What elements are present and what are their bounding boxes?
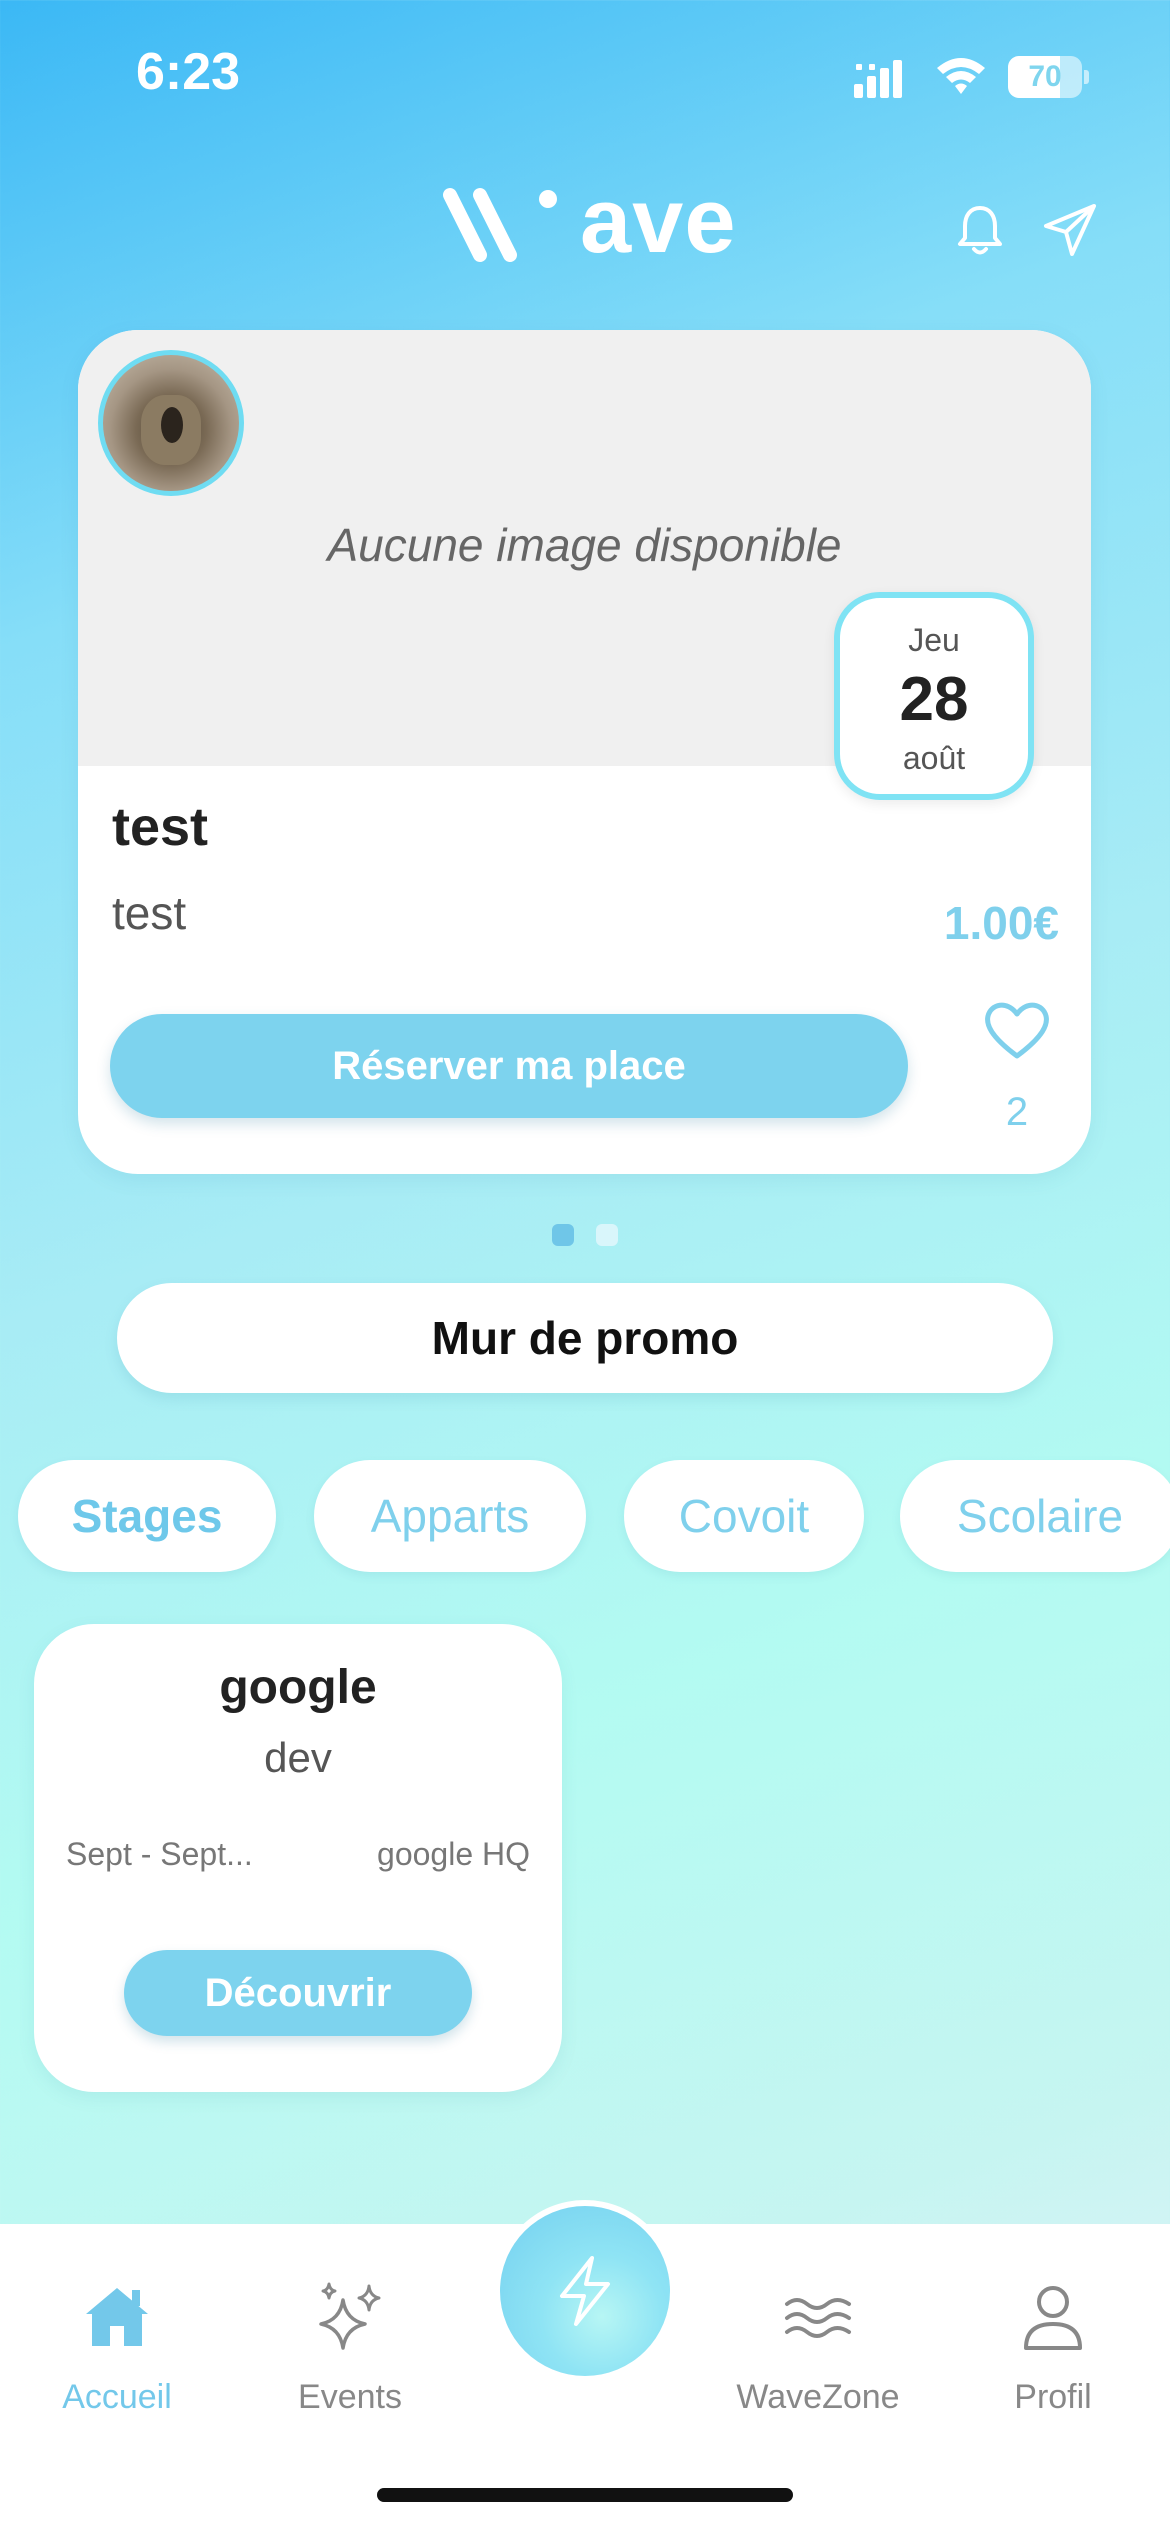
category-chip-stages[interactable]: Stages (18, 1460, 276, 1572)
app-logo: ave (440, 170, 740, 272)
event-title: test (112, 797, 209, 857)
tab-profil[interactable]: Profil (953, 2280, 1153, 2460)
event-date-badge: Jeu 28 août (834, 592, 1034, 800)
event-card[interactable]: Aucune image disponible Jeu 28 août test… (78, 330, 1091, 1174)
carousel-dot[interactable] (596, 1224, 618, 1246)
promo-wall-button[interactable]: Mur de promo (117, 1283, 1053, 1393)
user-icon (1024, 2286, 1082, 2350)
tab-events[interactable]: Events (250, 2280, 450, 2460)
status-bar: 6:23 70 (0, 0, 1170, 150)
wave-logo-mark (443, 188, 557, 262)
event-description: test (112, 887, 187, 939)
wifi-icon (937, 58, 985, 94)
lightning-icon (560, 2256, 610, 2326)
date-number: 28 (899, 665, 969, 734)
offer-location: google HQ (377, 1836, 530, 1872)
carousel-dot-active[interactable] (552, 1224, 574, 1246)
tab-label-wavezone: WaveZone (736, 2378, 900, 2416)
reserve-button[interactable]: Réserver ma place (110, 1014, 908, 1118)
like-count: 2 (1005, 1090, 1029, 1134)
category-chip-apparts[interactable]: Apparts (314, 1460, 586, 1572)
category-chip-covoit[interactable]: Covoit (624, 1460, 864, 1572)
offer-company: google (219, 1661, 377, 1714)
date-month: août (902, 740, 966, 776)
no-image-text: Aucune image disponible (327, 519, 842, 571)
battery-percentage: 70 (1028, 60, 1062, 93)
discover-button[interactable]: Découvrir (124, 1950, 472, 2036)
center-action-button[interactable] (494, 2200, 676, 2382)
tab-label-profil: Profil (1014, 2378, 1092, 2416)
home-icon (86, 2288, 148, 2346)
event-image-placeholder: Aucune image disponible Jeu 28 août (78, 330, 1091, 800)
sparkles-icon (319, 2282, 381, 2350)
tab-accueil[interactable]: Accueil (17, 2280, 217, 2460)
status-time: 6:23 (136, 43, 241, 101)
category-chip-scolaire[interactable]: Scolaire (900, 1460, 1170, 1572)
send-message-icon[interactable] (1040, 200, 1100, 260)
waves-icon (785, 2298, 851, 2338)
tab-label-events: Events (298, 2378, 402, 2416)
battery-indicator: 70 (1008, 56, 1089, 98)
logo-text: ave (580, 170, 737, 272)
offer-role: dev (264, 1734, 332, 1781)
offer-card[interactable]: google dev Sept - Sept... google HQ Déco… (34, 1624, 562, 2092)
home-indicator[interactable] (377, 2488, 793, 2502)
date-day: Jeu (908, 622, 960, 658)
tab-label-accueil: Accueil (62, 2378, 172, 2416)
event-price: 1.00€ (943, 897, 1059, 949)
offer-dates: Sept - Sept... (66, 1836, 253, 1872)
tab-wavezone[interactable]: WaveZone (718, 2280, 918, 2460)
organizer-avatar[interactable] (98, 350, 244, 496)
heart-icon[interactable] (982, 998, 1052, 1062)
cellular-signal-icon (854, 60, 902, 98)
notification-bell-icon[interactable] (950, 200, 1010, 260)
